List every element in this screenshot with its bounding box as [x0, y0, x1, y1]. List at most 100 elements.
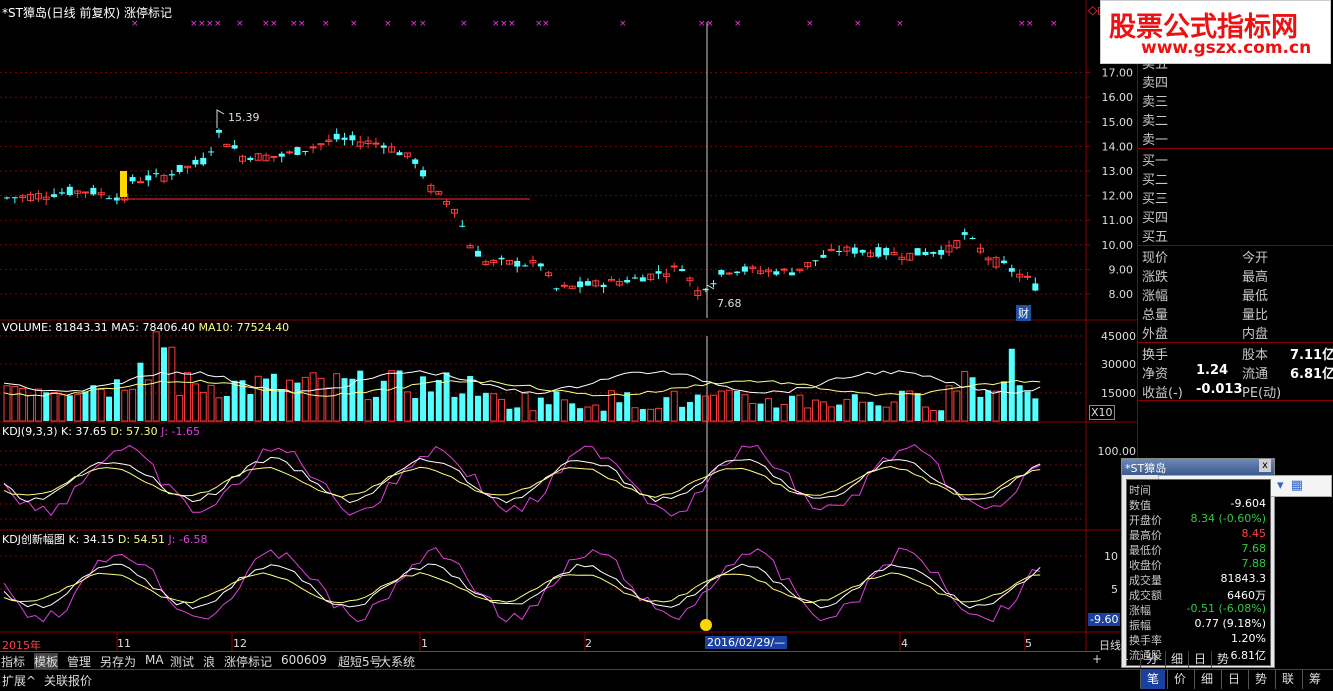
candle-body-down	[812, 260, 819, 262]
volume-bar-up	[812, 399, 820, 422]
toolbar-tab[interactable]: 指标	[1, 653, 25, 670]
status-item[interactable]: 关联报价	[44, 672, 92, 689]
quote-label-left: 现价	[1142, 251, 1169, 266]
candle-body-down	[106, 198, 113, 200]
right-tab[interactable]: 联	[1275, 669, 1300, 689]
right-tab[interactable]: 细	[1194, 669, 1219, 689]
cursor-marker[interactable]	[700, 619, 712, 631]
limit-up-star: ×	[350, 19, 358, 29]
time-axis-label: 12	[233, 637, 247, 650]
tooltip-row-label: 收盘价	[1129, 559, 1162, 572]
tooltip-row-label: 开盘价	[1129, 514, 1162, 527]
candle-body-up	[372, 142, 380, 145]
volume-bar-down	[137, 362, 144, 421]
grid-icon[interactable]: ▦	[1291, 478, 1303, 493]
volume-bar-down	[616, 402, 623, 421]
candle-body-down	[459, 225, 466, 227]
right-tab[interactable]: 笔	[1140, 669, 1165, 689]
kdj-j-line	[3, 444, 1041, 517]
toolbar-tab[interactable]: 管理	[67, 653, 91, 670]
volume-bar-down	[396, 370, 403, 421]
volume-bar-up	[58, 394, 66, 422]
kdj-d: D: 57.30	[110, 425, 158, 438]
toolbar-tab[interactable]: 浪	[203, 653, 215, 670]
volume-bar-down	[270, 373, 277, 421]
period-label: 日线	[1099, 639, 1121, 652]
toolbar-tab[interactable]: 大系统	[379, 653, 415, 670]
tooltip-row-label: 涨幅	[1129, 604, 1151, 617]
volume-bar-down	[537, 397, 544, 421]
candle-body-down	[930, 251, 937, 254]
volume-bar-up	[11, 386, 19, 422]
finance-badge[interactable]: 财	[1016, 305, 1031, 321]
toolbar-tab[interactable]: 模板	[34, 653, 59, 670]
candle-body-down	[302, 151, 309, 153]
zoom-out-button[interactable]: -	[1124, 652, 1128, 666]
status-bar: 扩展^ 关联报价	[0, 669, 1333, 691]
right-tab[interactable]: 日	[1221, 669, 1246, 689]
price-tick-label: 8.00	[1109, 288, 1134, 301]
popup-mini-tab[interactable]: 分	[1140, 651, 1163, 668]
right-tab[interactable]: 价	[1167, 669, 1192, 689]
volume-bar-up	[207, 384, 215, 422]
popup-mini-tab[interactable]: 日	[1188, 651, 1211, 668]
candle-body-down	[215, 130, 222, 133]
kdj2-current-value: -9.60	[1088, 613, 1121, 626]
volume-ma10: MA10: 77524.40	[198, 321, 290, 334]
volume-bar-up	[97, 389, 105, 422]
volume-bar-up	[152, 331, 160, 422]
status-item[interactable]: 扩展^	[2, 672, 36, 689]
volume-bar-up	[929, 409, 937, 422]
volume-bar-up	[945, 385, 953, 422]
low-arrow	[706, 284, 715, 300]
volume-bar-up	[796, 394, 804, 422]
volume-bar-up	[50, 392, 58, 422]
toolbar-tab[interactable]: MA	[145, 653, 164, 667]
toolbar-tab[interactable]: 600609	[281, 653, 327, 667]
volume-bar-up	[490, 393, 498, 422]
candle-body-down	[961, 232, 968, 235]
price-tick-label: 14.00	[1102, 140, 1134, 153]
shirt-icon[interactable]: ▾	[1277, 478, 1284, 493]
candle-body-down	[380, 145, 387, 148]
volume-bar-up	[827, 406, 835, 422]
toolbar-tab[interactable]: 另存为	[100, 653, 136, 670]
limit-up-star: ×	[806, 19, 814, 29]
toolbar-tab[interactable]: 测试	[170, 653, 194, 670]
limit-up-star: ×	[262, 19, 270, 29]
candle-body-down	[1008, 268, 1015, 272]
zoom-in-button[interactable]: +	[1092, 652, 1102, 666]
popup-mini-tab[interactable]: 势	[1211, 651, 1234, 668]
volume-bar-down	[443, 372, 450, 421]
candle-body-down	[294, 147, 301, 155]
volume-ma5: MA5: 78406.40	[111, 321, 195, 334]
toolbar-tab[interactable]: 涨停标记	[224, 653, 272, 670]
limit-up-star: ×	[206, 19, 214, 29]
limit-up-star: ×	[542, 19, 550, 29]
popup-mini-tab[interactable]: 细	[1165, 651, 1188, 668]
panel-separator	[1138, 342, 1333, 343]
candle-body-down	[333, 133, 340, 140]
price-tick-label: 12.00	[1102, 190, 1134, 203]
right-tab[interactable]: 筹	[1302, 669, 1327, 689]
volume-bar-down	[545, 404, 552, 421]
toolbar-tab[interactable]: 超短5号	[338, 653, 382, 670]
volume-bar-down	[875, 405, 882, 421]
volume-bar-up	[859, 401, 867, 422]
bottom-toolbar: 指标 模板 管理 另存为 MA 测试浪涨停标记 600609 超短5号 大系统	[0, 651, 1100, 670]
float-label: 流通	[1242, 367, 1269, 382]
tooltip-close-button[interactable]: x	[1259, 459, 1271, 472]
tooltip-title: *ST獐岛	[1125, 462, 1167, 475]
kdj2-name: KDJ创新幅图	[2, 533, 65, 546]
buy-level-label: 买五	[1142, 230, 1169, 245]
data-tooltip-window[interactable]: *ST獐岛 x S A ☽ •, ⌨ ♟ ▾ ▦ 时间数值-9.604开盘价8.…	[1121, 458, 1332, 668]
tooltip-row-value: 1.20%	[1231, 632, 1266, 645]
candle-body-down	[51, 194, 58, 197]
right-tab[interactable]: 势	[1248, 669, 1273, 689]
volume-bar-up	[764, 398, 772, 422]
limit-up-star: ×	[854, 19, 862, 29]
candle-body-down	[420, 170, 427, 177]
volume-bar-up	[388, 370, 396, 422]
tooltip-titlebar[interactable]: *ST獐岛 x	[1122, 459, 1274, 475]
tooltip-row-label: 成交量	[1129, 574, 1162, 587]
